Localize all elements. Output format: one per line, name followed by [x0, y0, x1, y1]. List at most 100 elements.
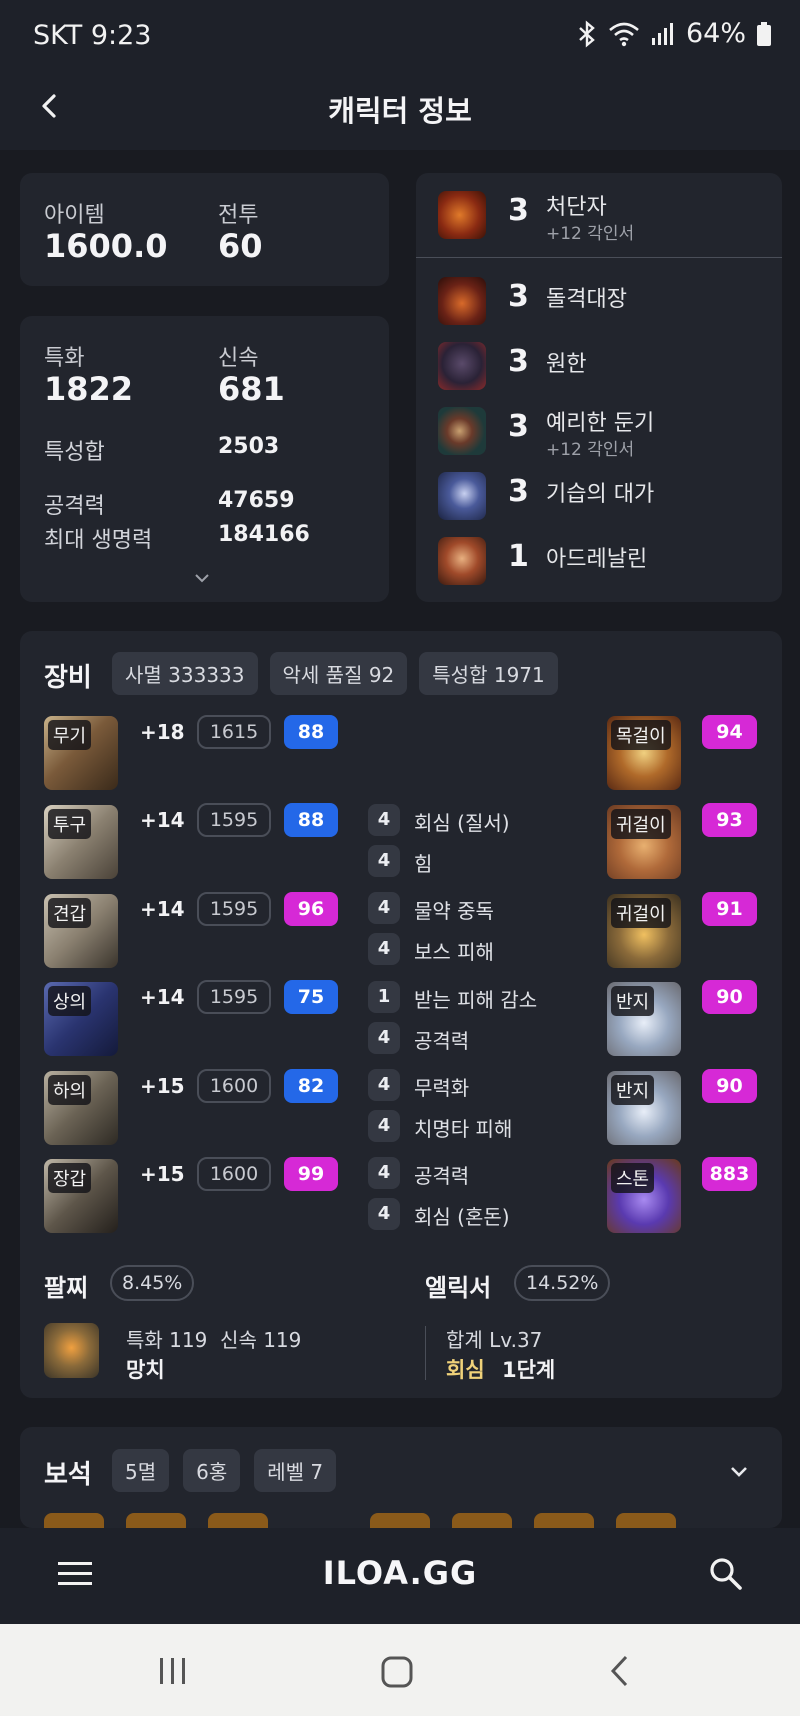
accessory-icon-ring[interactable]: 반지 [607, 982, 681, 1056]
signal-icon [651, 22, 673, 45]
gem-chip: 6홍 [183, 1449, 241, 1492]
gear-slot-label: 상의 [48, 986, 92, 1016]
effect-level: 4 [368, 892, 400, 924]
engraving-icon [438, 472, 486, 520]
elixir-effect: 회심 1단계 [446, 1354, 555, 1384]
engraving-level: 3 [508, 474, 529, 509]
gear-honing: +18 [140, 720, 185, 744]
site-logo[interactable]: ILOA.GG [0, 1554, 800, 1592]
chevron-down-icon[interactable] [726, 1461, 752, 1483]
accessory-slot-label: 귀걸이 [611, 898, 671, 928]
accessory-slot-label: 목걸이 [611, 720, 671, 750]
accessory-icon-earring[interactable]: 귀걸이 [607, 894, 681, 968]
engraving-item: 3 처단자 +12 각인서 [416, 185, 782, 244]
gear-slot-label: 투구 [48, 809, 92, 839]
engraving-name: 기습의 대가 [546, 482, 655, 507]
effect-name: 회심 (질서) [414, 811, 510, 835]
system-nav-bar [0, 1624, 800, 1716]
gem-icon[interactable] [370, 1513, 430, 1528]
status-icons: 64% [576, 18, 772, 49]
item-level-label: 아이템 [44, 203, 105, 228]
search-icon[interactable] [708, 1556, 744, 1592]
gear-quality: 75 [284, 980, 338, 1014]
accessory-slot-label: 스톤 [611, 1163, 655, 1193]
expand-chevron-icon[interactable] [192, 570, 212, 586]
engraving-book: +12 각인서 [546, 440, 635, 460]
item-level-card: 아이템 1600.0 전투 60 [20, 173, 389, 286]
page-title: 캐릭터 정보 [328, 94, 472, 128]
gear-slot-label: 견갑 [48, 898, 92, 928]
effect-level: 4 [368, 933, 400, 965]
attack-value: 47659 [218, 488, 295, 513]
effect-name: 공격력 [414, 1164, 470, 1188]
gear-quality: 88 [284, 803, 338, 837]
accessory-icon-earring[interactable]: 귀걸이 [607, 805, 681, 879]
max-hp-value: 184166 [218, 522, 310, 547]
gear-icon-shoulder[interactable]: 견갑 [44, 894, 118, 968]
effect-level: 4 [368, 1110, 400, 1142]
elixir-title: 엘릭서 [425, 1274, 492, 1302]
status-bar: SKT 9:23 64% [0, 0, 800, 70]
effect-name: 받는 피해 감소 [414, 988, 538, 1012]
engraving-icon [438, 407, 486, 455]
system-back-icon[interactable] [608, 1654, 632, 1688]
set-chip: 사멸 333333 [112, 652, 258, 695]
gear-icon-chest[interactable]: 상의 [44, 982, 118, 1056]
gear-item-level: 1595 [197, 803, 271, 837]
gem-icon[interactable] [534, 1513, 594, 1528]
gem-icon[interactable] [616, 1513, 676, 1528]
recent-apps-icon[interactable] [158, 1656, 188, 1686]
engraving-icon [438, 277, 486, 325]
gear-item-level: 1595 [197, 892, 271, 926]
item-level-value: 1600.0 [44, 227, 168, 265]
engraving-divider [416, 257, 782, 258]
battery-percent: 64% [685, 18, 746, 49]
engraving-level: 3 [508, 279, 529, 314]
engraving-icon [438, 537, 486, 585]
elixir-effect-stage: 1단계 [501, 1358, 556, 1382]
accessory-quality: 94 [702, 715, 757, 749]
bracelet-effect: 망치 [126, 1358, 165, 1382]
engraving-icon [438, 342, 486, 390]
engraving-book: +12 각인서 [546, 224, 635, 244]
combat-level-value: 60 [218, 227, 263, 265]
engraving-item: 3 돌격대장 [416, 271, 782, 329]
engraving-name: 아드레날린 [546, 547, 648, 572]
gear-icon-weapon[interactable]: 무기 [44, 716, 118, 790]
effect-name: 무력화 [414, 1076, 470, 1100]
gems-title: 보석 [44, 1460, 92, 1490]
gear-slot-label: 무기 [48, 720, 92, 750]
engraving-name: 예리한 둔기 [546, 411, 655, 436]
app-bar: 캐릭터 정보 [0, 70, 800, 150]
engraving-level: 3 [508, 409, 529, 444]
accessory-icon-stone[interactable]: 스톤 [607, 1159, 681, 1233]
gear-icon-pants[interactable]: 하의 [44, 1071, 118, 1145]
engraving-name: 처단자 [546, 195, 607, 220]
home-icon[interactable] [381, 1656, 413, 1688]
engraving-level: 1 [508, 539, 529, 574]
stat-total-label: 특성합 [44, 440, 105, 465]
engraving-item: 3 원한 [416, 336, 782, 394]
gear-icon-gloves[interactable]: 장갑 [44, 1159, 118, 1233]
effect-name: 공격력 [414, 1029, 470, 1053]
gem-icon[interactable] [126, 1513, 186, 1528]
gem-chip: 레벨 7 [254, 1449, 337, 1492]
engraving-item: 3 예리한 둔기 +12 각인서 [416, 401, 782, 460]
accessory-icon-necklace[interactable]: 목걸이 [607, 716, 681, 790]
bracelet-icon[interactable] [44, 1323, 99, 1378]
gem-icon[interactable] [208, 1513, 268, 1528]
effect-level: 4 [368, 1069, 400, 1101]
gear-quality: 99 [284, 1157, 338, 1191]
spec-value: 1822 [44, 370, 134, 408]
accessory-quality: 90 [702, 1069, 757, 1103]
engraving-name: 돌격대장 [546, 287, 627, 312]
gear-icon-helmet[interactable]: 투구 [44, 805, 118, 879]
gem-icon[interactable] [452, 1513, 512, 1528]
accessory-icon-ring[interactable]: 반지 [607, 1071, 681, 1145]
engraving-item: 3 기습의 대가 [416, 466, 782, 524]
accessory-quality: 93 [702, 803, 757, 837]
gem-icon[interactable] [44, 1513, 104, 1528]
effect-level: 1 [368, 981, 400, 1013]
accessory-slot-label: 귀걸이 [611, 809, 671, 839]
spec-label: 특화 [44, 346, 85, 371]
